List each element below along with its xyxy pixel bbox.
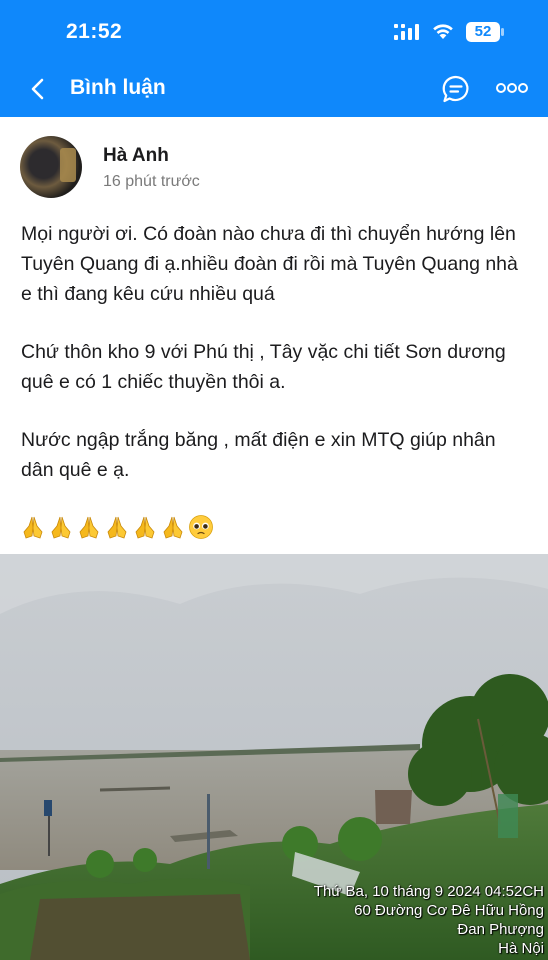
more-options-icon[interactable] xyxy=(496,80,528,96)
photo-caption: Thứ Ba, 10 tháng 9 2024 04:52CH 60 Đường… xyxy=(314,882,544,958)
battery-level: 52 xyxy=(474,23,492,40)
post-paragraph: Mọi người ơi. Có đoàn nào chưa đi thì ch… xyxy=(21,223,518,305)
photo-caption-line: 60 Đường Cơ Đê Hữu Hồng xyxy=(354,902,544,919)
folded-hands-icon xyxy=(135,516,155,539)
post-paragraph: Nước ngập trắng băng , mất điện e xin MT… xyxy=(21,429,496,481)
folded-hands-icon xyxy=(79,516,99,539)
post-body: Mọi người ơi. Có đoàn nào chưa đi thì ch… xyxy=(21,219,531,485)
status-time: 21:52 xyxy=(66,20,123,43)
photo-caption-line: Hà Nội xyxy=(498,940,544,957)
chat-bubble-icon[interactable] xyxy=(441,74,471,104)
author-name[interactable]: Hà Anh xyxy=(103,145,169,167)
battery-indicator: 52 xyxy=(466,22,504,42)
photo-caption-line: Thứ Ba, 10 tháng 9 2024 04:52CH xyxy=(313,883,544,900)
folded-hands-icon xyxy=(107,516,127,539)
avatar[interactable] xyxy=(20,136,82,198)
post-paragraph: Chứ thôn kho 9 với Phú thị , Tây vặc chi… xyxy=(21,341,506,393)
photo-caption-line: Đan Phượng xyxy=(457,921,544,938)
wifi-icon xyxy=(433,24,453,39)
emoji-row xyxy=(20,512,216,542)
post-timestamp: 16 phút trước xyxy=(103,173,200,190)
app-header: 21:52 52 Bình luận xyxy=(0,0,548,117)
page-title: Bình luận xyxy=(70,76,166,99)
folded-hands-icon xyxy=(51,516,71,539)
pleading-face-icon xyxy=(189,515,213,539)
folded-hands-icon xyxy=(163,516,183,539)
folded-hands-icon xyxy=(23,516,43,539)
cellular-signal-icon xyxy=(394,24,419,40)
back-icon[interactable] xyxy=(24,74,54,104)
